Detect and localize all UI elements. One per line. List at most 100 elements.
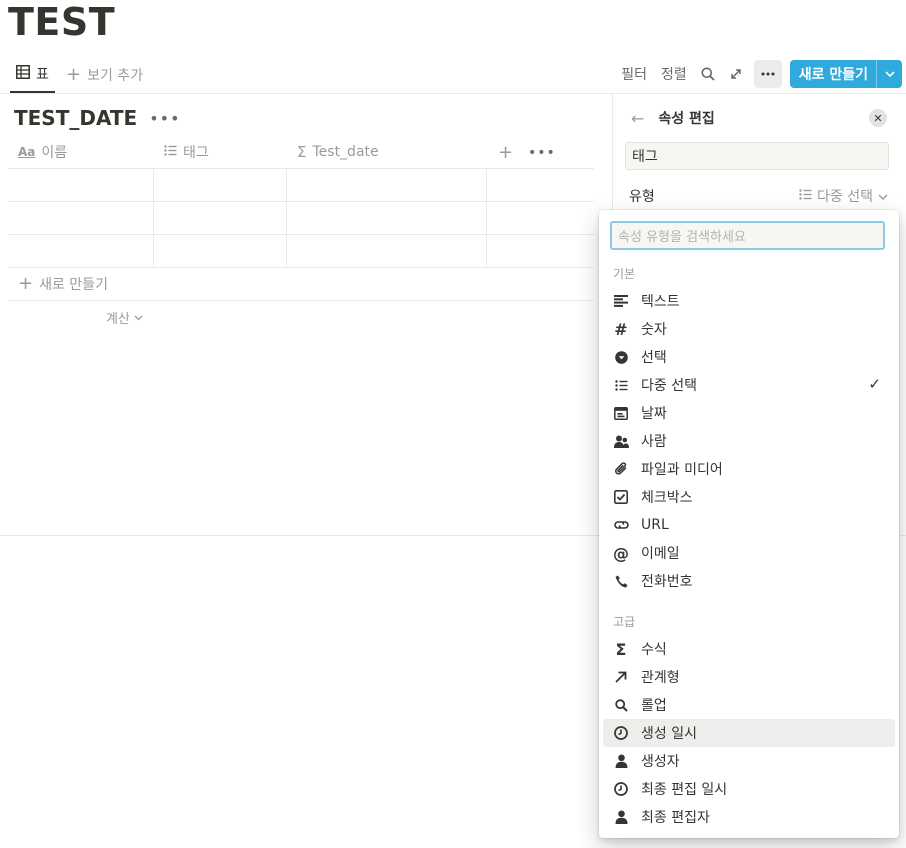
table-row[interactable] xyxy=(8,202,594,235)
plus-icon: + xyxy=(66,63,82,85)
more-options-icon[interactable] xyxy=(753,60,782,88)
menu-item-label: URL xyxy=(641,517,669,533)
menu-item-label: 이메일 xyxy=(641,546,680,562)
menu-item-date[interactable]: 날짜 xyxy=(603,399,895,427)
menu-item-label: 날짜 xyxy=(641,406,667,422)
menu-item-label: 체크박스 xyxy=(641,490,693,506)
add-view-label: 보기 추가 xyxy=(87,67,144,84)
menu-item-label: 텍스트 xyxy=(641,294,680,310)
menu-item-label: 다중 선택 xyxy=(641,378,697,394)
plus-icon: + xyxy=(18,273,34,294)
table-cell[interactable] xyxy=(8,235,154,268)
column-header-tags[interactable]: 태그 xyxy=(154,136,287,169)
menu-item-checkbox[interactable]: 체크박스 xyxy=(603,483,895,511)
table-icon xyxy=(16,64,30,83)
menu-item-label: 최종 편집 일시 xyxy=(641,782,728,798)
paperclip-icon xyxy=(611,459,631,479)
menu-item-label: 생성자 xyxy=(641,754,680,770)
checkbox-icon xyxy=(611,487,631,507)
chevron-down-icon xyxy=(878,188,888,204)
panel-title: 속성 편집 xyxy=(658,111,715,127)
sort-button[interactable]: 정렬 xyxy=(654,60,694,88)
database-table: Aa 이름 태그 Σ Test_date + ••• + 새로 만들기 계산 xyxy=(8,136,594,333)
database-title-text[interactable]: TEST_DATE xyxy=(14,106,137,130)
menu-item-last-edited-by[interactable]: 최종 편집자 xyxy=(603,803,895,831)
person-icon xyxy=(611,751,631,771)
filter-button[interactable]: 필터 xyxy=(614,60,654,88)
menu-item-created-by[interactable]: 생성자 xyxy=(603,747,895,775)
formula-sigma-icon: Σ xyxy=(297,143,307,161)
menu-item-relation[interactable]: 관계형 xyxy=(603,663,895,691)
new-button[interactable]: 새로 만들기 xyxy=(789,60,902,88)
tab-table-view[interactable]: 표 xyxy=(10,56,55,93)
menu-item-rollup[interactable]: 롤업 xyxy=(603,691,895,719)
back-arrow-icon[interactable]: ← xyxy=(631,109,644,128)
menu-item-select[interactable]: 선택 xyxy=(603,343,895,371)
menu-item-last-edited-time[interactable]: 최종 편집 일시 xyxy=(603,775,895,803)
column-label: Test_date xyxy=(312,144,379,160)
link-icon xyxy=(611,515,631,535)
table-header: Aa 이름 태그 Σ Test_date + ••• xyxy=(8,136,594,169)
section-advanced-label: 고급 xyxy=(613,615,636,629)
tab-label: 표 xyxy=(36,66,49,83)
column-header-test-date[interactable]: Σ Test_date xyxy=(287,136,487,169)
calculate-button[interactable]: 계산 xyxy=(8,301,594,333)
menu-item-label: 사람 xyxy=(641,434,667,450)
menu-item-phone[interactable]: 전화번호 xyxy=(603,567,895,595)
new-button-label[interactable]: 새로 만들기 xyxy=(790,60,876,88)
title-aa-icon: Aa xyxy=(18,145,36,159)
people-icon xyxy=(611,431,631,451)
menu-item-url[interactable]: URL xyxy=(603,511,895,539)
text-icon xyxy=(611,291,631,311)
table-cell[interactable] xyxy=(287,202,487,235)
table-row[interactable] xyxy=(8,235,594,268)
property-type-menu: 속성 유형을 검색하세요 기본 텍스트 # 숫자 선택 다중 선택 ✓ 날짜 사… xyxy=(599,210,899,838)
add-column-icon[interactable]: + xyxy=(498,136,513,169)
clock-icon xyxy=(611,779,631,799)
menu-item-multi-select[interactable]: 다중 선택 ✓ xyxy=(603,371,895,399)
rollup-search-icon xyxy=(611,695,631,715)
menu-item-number[interactable]: # 숫자 xyxy=(603,315,895,343)
table-row[interactable] xyxy=(8,169,594,202)
menu-item-label: 관계형 xyxy=(641,670,680,686)
close-icon[interactable]: ✕ xyxy=(869,109,887,127)
column-header-name[interactable]: Aa 이름 xyxy=(8,136,154,169)
menu-item-files-media[interactable]: 파일과 미디어 xyxy=(603,455,895,483)
add-view-button[interactable]: + 보기 추가 xyxy=(66,56,143,93)
section-basic-label: 기본 xyxy=(613,267,636,281)
menu-item-people[interactable]: 사람 xyxy=(603,427,895,455)
table-cell[interactable] xyxy=(154,169,287,202)
page-title[interactable]: TEST xyxy=(8,0,115,44)
new-row-button[interactable]: + 새로 만들기 xyxy=(8,268,594,301)
type-selector[interactable]: 다중 선택 xyxy=(799,186,888,206)
type-label: 유형 xyxy=(629,189,655,205)
menu-item-formula[interactable]: Σ 수식 xyxy=(603,635,895,663)
more-options-icon[interactable]: ••• xyxy=(528,136,556,169)
expand-icon[interactable] xyxy=(722,60,750,88)
multi-select-icon xyxy=(164,144,177,160)
more-options-icon[interactable]: ••• xyxy=(149,109,180,128)
menu-item-label: 파일과 미디어 xyxy=(641,462,723,478)
table-cell[interactable] xyxy=(154,235,287,268)
search-icon[interactable] xyxy=(694,60,722,88)
menu-item-text[interactable]: 텍스트 xyxy=(603,287,895,315)
menu-item-email[interactable]: @ 이메일 xyxy=(603,539,895,567)
property-name-input[interactable]: 태그 xyxy=(625,142,889,170)
menu-item-created-time[interactable]: 생성 일시 xyxy=(603,719,895,747)
calendar-icon xyxy=(611,403,631,423)
menu-item-label: 전화번호 xyxy=(641,574,693,590)
table-cell[interactable] xyxy=(154,202,287,235)
at-icon: @ xyxy=(613,543,629,563)
type-value: 다중 선택 xyxy=(817,189,873,205)
type-search-input[interactable]: 속성 유형을 검색하세요 xyxy=(610,221,885,250)
table-cell[interactable] xyxy=(8,169,154,202)
phone-icon xyxy=(611,571,631,591)
select-icon xyxy=(611,347,631,367)
chevron-down-icon[interactable] xyxy=(876,60,902,88)
table-cell[interactable] xyxy=(287,169,487,202)
table-cell[interactable] xyxy=(8,202,154,235)
table-cell[interactable] xyxy=(287,235,487,268)
menu-item-label: 최종 편집자 xyxy=(641,810,710,826)
view-toolbar: 표 + 보기 추가 필터 정렬 새로 만들기 xyxy=(0,56,906,94)
menu-item-label: 롤업 xyxy=(641,698,667,714)
